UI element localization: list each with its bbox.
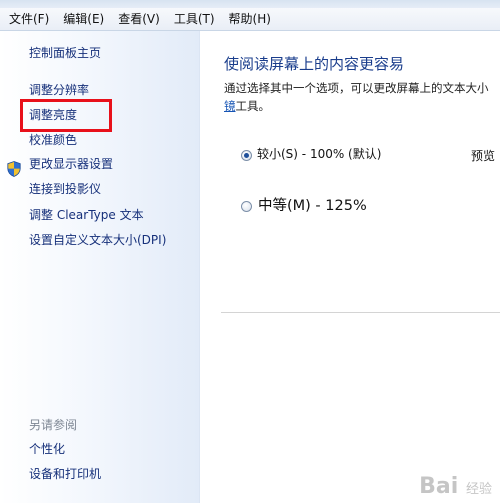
description-text: 通过选择其中一个选项，可以更改屏幕上的文本大小 镜工具。: [224, 79, 489, 115]
description-link[interactable]: 镜: [224, 99, 236, 113]
menu-file[interactable]: 文件(F): [0, 8, 56, 30]
option-smaller-label[interactable]: 较小(S) - 100% (默认): [257, 145, 381, 162]
radio-medium[interactable]: [241, 201, 252, 212]
sidebar-item-connect-projector[interactable]: 连接到投影仪: [29, 181, 101, 197]
see-also-heading: 另请参阅: [29, 418, 78, 432]
sidebar-item-personalization[interactable]: 个性化: [29, 441, 65, 457]
description-line2: 工具。: [235, 99, 271, 113]
section-divider: [221, 312, 500, 313]
preview-label: 预览: [471, 149, 496, 163]
menu-view[interactable]: 查看(V): [111, 8, 167, 30]
sidebar-home-link[interactable]: 控制面板主页: [29, 45, 101, 61]
option-medium-label[interactable]: 中等(M) - 125%: [258, 194, 367, 215]
sidebar-item-adjust-brightness[interactable]: 调整亮度: [29, 107, 77, 123]
radio-smaller[interactable]: [241, 150, 252, 161]
sidebar: 控制面板主页 调整分辨率 调整亮度 校准颜色 更改显示器设置 连接到投影仪 调整…: [0, 31, 200, 503]
description-line1: 通过选择其中一个选项，可以更改屏幕上的文本大小: [224, 81, 489, 95]
sidebar-item-calibrate-color[interactable]: 校准颜色: [29, 132, 77, 148]
sidebar-item-custom-dpi[interactable]: 设置自定义文本大小(DPI): [29, 232, 166, 248]
menu-tools[interactable]: 工具(T): [167, 8, 222, 30]
sidebar-item-adjust-resolution[interactable]: 调整分辨率: [29, 82, 89, 98]
sidebar-item-devices-printers[interactable]: 设备和打印机: [29, 466, 101, 482]
sidebar-item-change-display-settings[interactable]: 更改显示器设置: [29, 156, 113, 172]
menu-help[interactable]: 帮助(H): [222, 8, 278, 30]
menu-bar: 文件(F) 编辑(E) 查看(V) 工具(T) 帮助(H): [0, 8, 500, 31]
watermark: Bai 经验: [419, 474, 492, 499]
page-title: 使阅读屏幕上的内容更容易: [224, 55, 405, 73]
menu-edit[interactable]: 编辑(E): [56, 8, 111, 30]
shield-icon: [7, 161, 21, 177]
watermark-text: Bai: [419, 474, 459, 499]
watermark-subtext: 经验: [465, 482, 492, 497]
main-panel: 使阅读屏幕上的内容更容易 通过选择其中一个选项，可以更改屏幕上的文本大小 镜工具…: [200, 31, 500, 503]
sidebar-item-cleartype[interactable]: 调整 ClearType 文本: [29, 207, 144, 223]
